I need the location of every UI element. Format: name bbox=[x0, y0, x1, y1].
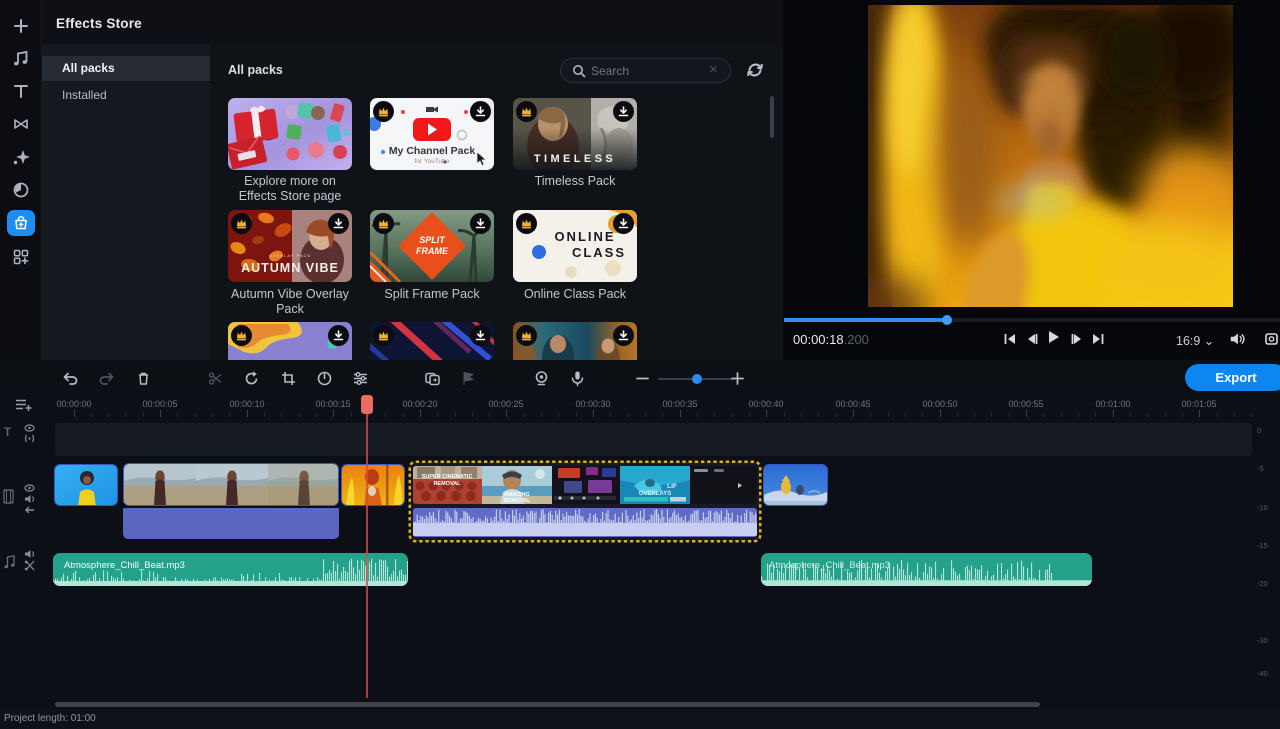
svg-text:OVERLAY PACK: OVERLAY PACK bbox=[269, 253, 311, 258]
svg-text:OVERLAYS: OVERLAYS bbox=[639, 491, 671, 497]
svg-text:SUPER CINEMATIC: SUPER CINEMATIC bbox=[422, 474, 473, 480]
svg-text:AUTUMN VIBE: AUTUMN VIBE bbox=[241, 261, 339, 275]
svg-text:REMOVAL: REMOVAL bbox=[503, 498, 531, 504]
svg-text:REMOVAL: REMOVAL bbox=[433, 481, 461, 487]
svg-text:ONLINE: ONLINE bbox=[554, 229, 615, 244]
svg-text:for YouTube: for YouTube bbox=[415, 158, 450, 165]
svg-text:CLASS: CLASS bbox=[572, 245, 626, 260]
svg-text:SPLIT: SPLIT bbox=[419, 235, 446, 245]
svg-text:LIF: LIF bbox=[667, 483, 677, 490]
svg-text:TIMELESS: TIMELESS bbox=[534, 153, 616, 165]
svg-text:My Channel Pack: My Channel Pack bbox=[389, 145, 476, 157]
svg-text:FRAME: FRAME bbox=[416, 246, 449, 256]
